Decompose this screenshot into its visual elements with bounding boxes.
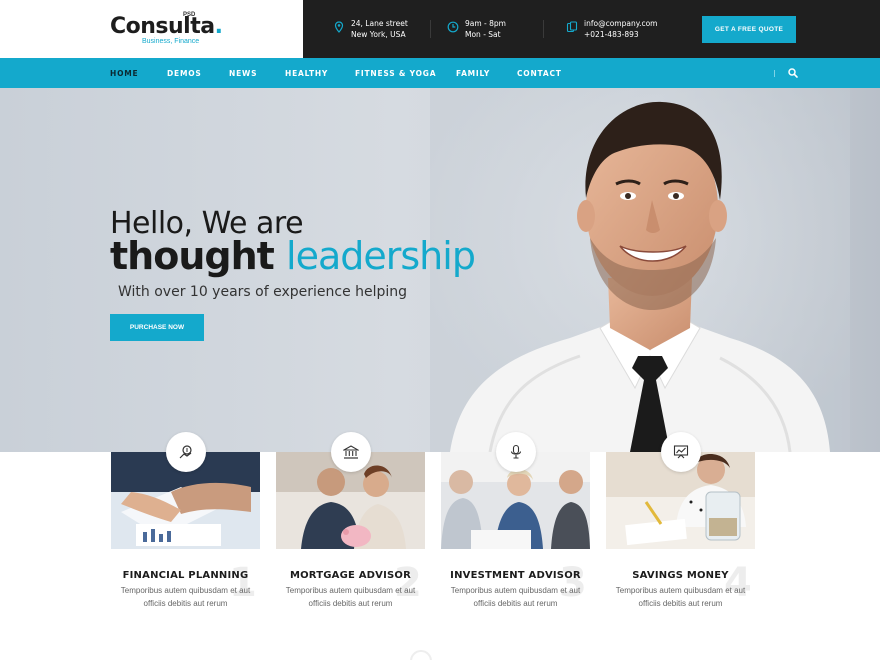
nav-divider <box>774 70 775 77</box>
get-quote-button[interactable]: GET A FREE QUOTE <box>702 16 796 43</box>
hours-line-1: 9am - 8pm <box>465 19 506 28</box>
clock-icon <box>447 21 459 33</box>
bank-icon <box>343 445 359 459</box>
nav-item-family[interactable]: FAMILY <box>456 69 490 78</box>
address-line-1: 24, Lane street <box>351 19 408 28</box>
service-badge <box>661 432 701 472</box>
email-phone-info: info@company.com +021-483-893 <box>566 18 657 40</box>
service-desc-line-1: Temporibus autem quibusdam et aut <box>615 586 746 595</box>
service-badge <box>496 432 536 472</box>
service-badge <box>166 432 206 472</box>
service-desc-line-2: officiis debitis aut rerum <box>473 598 558 608</box>
service-title[interactable]: MORTGAGE ADVISOR <box>276 570 425 581</box>
service-title[interactable]: INVESTMENT ADVISOR <box>441 570 590 581</box>
microphone-icon <box>510 444 522 459</box>
presentation-chart-icon <box>673 445 689 459</box>
address-line-2: New York, USA <box>351 30 406 39</box>
hero-subtitle: With over 10 years of experience helping <box>118 284 408 300</box>
logo-text: Consulta <box>110 14 215 39</box>
service-title[interactable]: FINANCIAL PLANNING <box>111 570 260 581</box>
logo-tagline: Business, Finance <box>142 38 200 45</box>
phone-text[interactable]: +021-483-893 <box>584 29 657 40</box>
email-text[interactable]: info@company.com <box>584 18 657 29</box>
main-nav: HOME DEMOS NEWS HEALTHY FITNESS & YOGA F… <box>0 58 880 88</box>
location-pin-icon <box>334 21 344 33</box>
logo-dot: . <box>214 14 223 39</box>
money-bag-icon <box>179 445 192 459</box>
service-title[interactable]: SAVINGS MONEY <box>606 570 755 581</box>
info-divider <box>543 20 544 38</box>
nav-item-contact[interactable]: CONTACT <box>517 69 562 78</box>
service-badge <box>331 432 371 472</box>
nav-item-healthy[interactable]: HEALTHY <box>285 69 328 78</box>
nav-item-news[interactable]: NEWS <box>229 69 257 78</box>
logo-psd-label: PSD <box>183 12 196 18</box>
top-bar: Consulta. PSD Business, Finance 24, Lane… <box>0 0 880 58</box>
service-desc-line-2: officiis debitis aut rerum <box>638 598 723 608</box>
hero-heading-highlight: leadership <box>286 234 476 278</box>
hero-heading-word: thought <box>110 234 275 278</box>
service-description: Temporibus autem quibusdam et aut offici… <box>606 585 755 610</box>
info-divider <box>430 20 431 38</box>
phone-icon <box>566 21 578 33</box>
service-desc-line-2: officiis debitis aut rerum <box>308 598 393 608</box>
service-description: Temporibus autem quibusdam et aut offici… <box>111 585 260 610</box>
service-desc-line-1: Temporibus autem quibusdam et aut <box>285 586 416 595</box>
logo[interactable]: Consulta. <box>110 14 223 39</box>
service-desc-line-1: Temporibus autem quibusdam et aut <box>450 586 581 595</box>
service-description: Temporibus autem quibusdam et aut offici… <box>276 585 425 610</box>
purchase-now-button[interactable]: PURCHASE NOW <box>110 314 204 341</box>
nav-item-demos[interactable]: DEMOS <box>167 69 202 78</box>
service-desc-line-1: Temporibus autem quibusdam et aut <box>120 586 251 595</box>
address-info: 24, Lane street New York, USA <box>334 18 408 40</box>
hours-line-2: Mon - Sat <box>465 30 501 39</box>
nav-item-home[interactable]: HOME <box>110 69 138 78</box>
logo-area: Consulta. PSD Business, Finance <box>0 0 303 58</box>
hero-heading-line-2: thought leadership <box>110 234 476 278</box>
service-desc-line-2: officiis debitis aut rerum <box>143 598 228 608</box>
hours-info: 9am - 8pm Mon - Sat <box>447 18 506 40</box>
nav-item-fitness-yoga[interactable]: FITNESS & YOGA <box>355 69 436 78</box>
hero-banner: Hello, We are thought leadership With ov… <box>0 88 880 452</box>
service-description: Temporibus autem quibusdam et aut offici… <box>441 585 590 610</box>
businessman-photo <box>430 88 850 452</box>
search-icon[interactable] <box>787 67 799 79</box>
scroll-indicator <box>410 650 432 660</box>
